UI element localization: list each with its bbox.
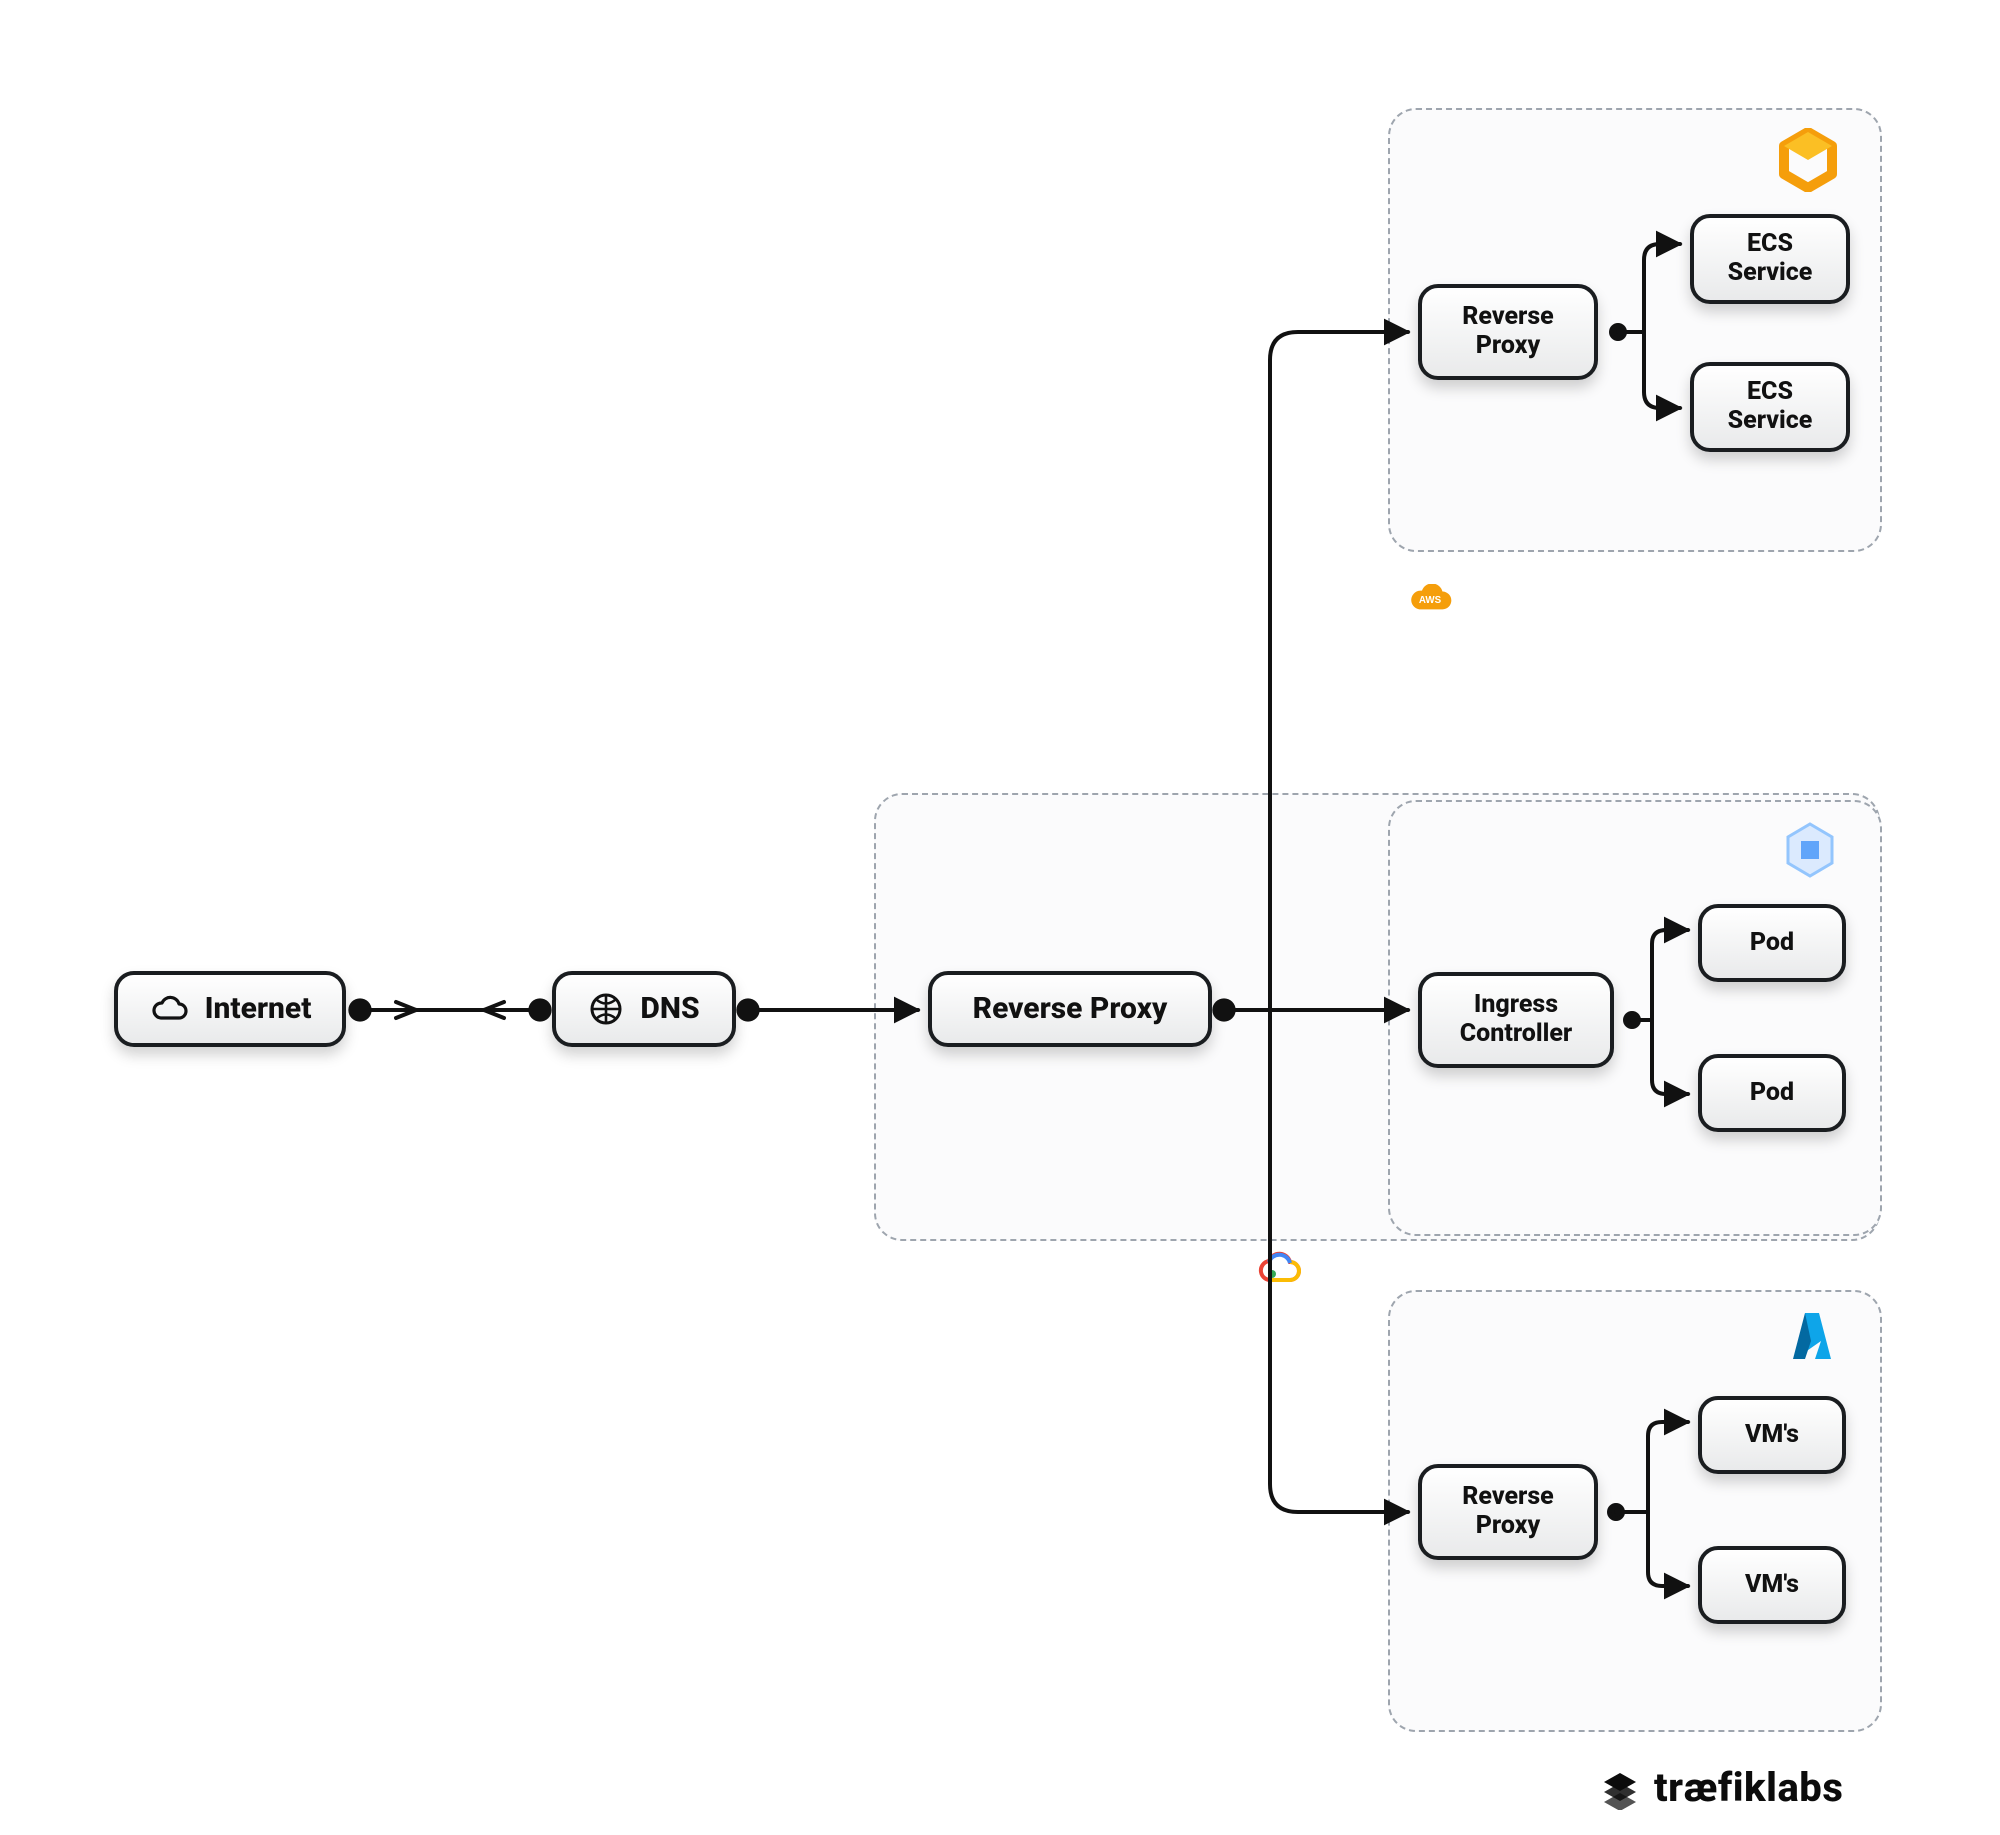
node-label: ReverseProxy: [1462, 303, 1553, 361]
node-dns: DNS: [552, 971, 736, 1047]
node-label: ECSService: [1728, 378, 1813, 436]
node-vm-2: VM's: [1698, 1546, 1846, 1624]
node-ecs-service-1: ECSService: [1690, 214, 1850, 304]
node-reverse-proxy-main: Reverse Proxy: [928, 971, 1212, 1047]
brand-logo: træfiklabs: [1598, 1764, 1843, 1811]
node-label: Pod: [1750, 1079, 1794, 1108]
node-vm-1: VM's: [1698, 1396, 1846, 1474]
node-reverse-proxy-ecs: ReverseProxy: [1418, 284, 1598, 380]
node-label: Pod: [1750, 929, 1794, 958]
node-internet: Internet: [114, 971, 346, 1047]
node-ingress-controller: IngressController: [1418, 972, 1614, 1068]
gcp-icon: [1256, 1250, 1304, 1290]
node-label: IngressController: [1460, 991, 1572, 1049]
node-label: Reverse Proxy: [973, 992, 1168, 1027]
node-label: VM's: [1745, 1421, 1799, 1450]
brand-text: træfiklabs: [1654, 1764, 1843, 1811]
traefik-glyph-icon: [1598, 1766, 1642, 1810]
aws-icon: AWS: [1406, 584, 1454, 624]
azure-icon: [1782, 1304, 1846, 1368]
node-label: ECSService: [1728, 230, 1813, 288]
cloud-icon: [149, 994, 189, 1024]
globe-icon: [588, 991, 624, 1027]
node-label: Internet: [205, 992, 312, 1027]
node-label: ReverseProxy: [1462, 1483, 1553, 1541]
node-label: VM's: [1745, 1571, 1799, 1600]
node-pod-2: Pod: [1698, 1054, 1846, 1132]
node-ecs-service-2: ECSService: [1690, 362, 1850, 452]
svg-text:AWS: AWS: [1419, 595, 1442, 606]
gke-hex-icon: [1778, 818, 1842, 882]
node-pod-1: Pod: [1698, 904, 1846, 982]
node-label: DNS: [640, 992, 699, 1027]
node-reverse-proxy-vm: ReverseProxy: [1418, 1464, 1598, 1560]
ecs-hex-icon: [1774, 126, 1842, 194]
